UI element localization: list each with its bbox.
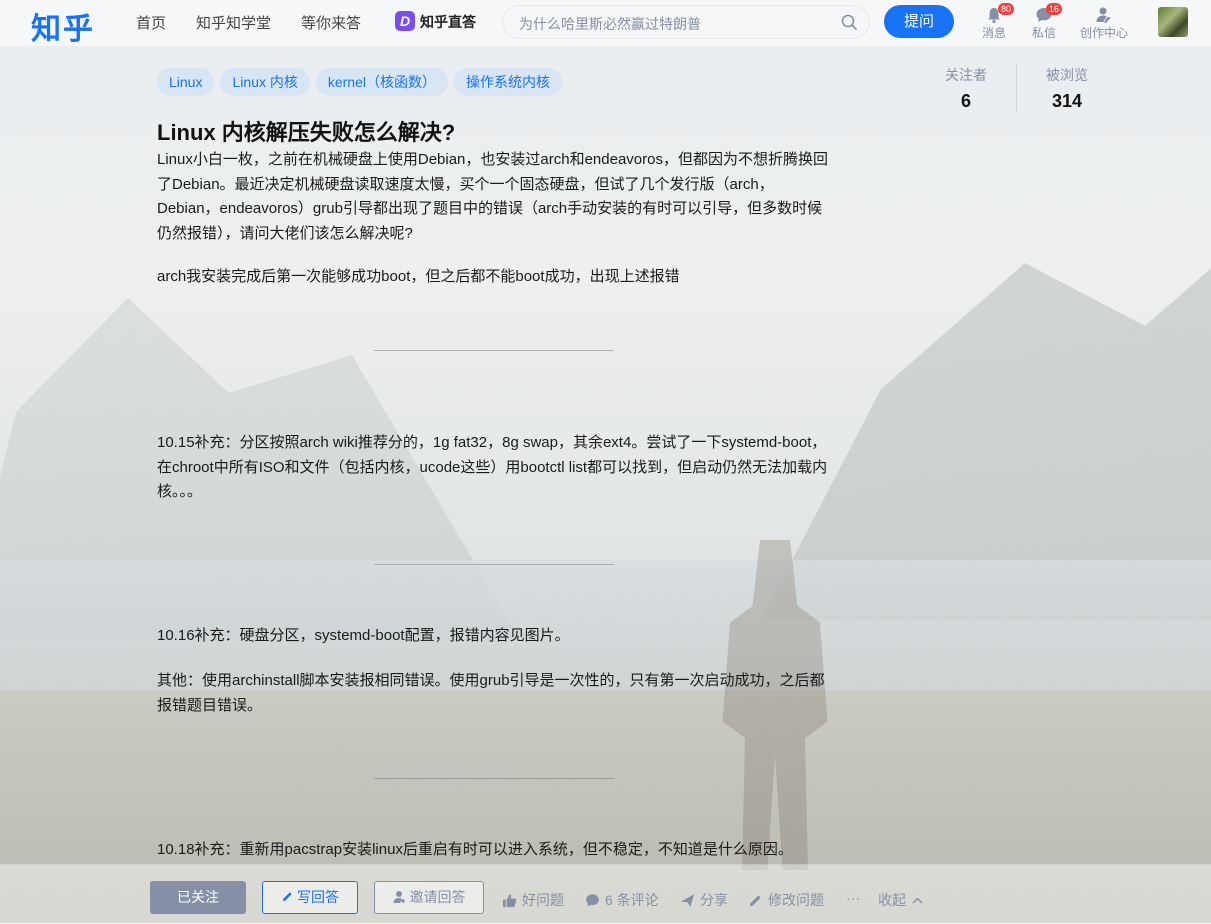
followers-stat[interactable]: 关注者 6 <box>916 65 1016 112</box>
nav-home[interactable]: 首页 <box>136 12 166 33</box>
messages-button[interactable]: 16 私信 <box>1032 3 1063 41</box>
topic-tag-os-kernel[interactable]: 操作系统内核 <box>453 68 562 96</box>
invite-answer-button[interactable]: 邀请回答 <box>374 881 484 914</box>
question-paragraph: Linux小白一枚，之前在机械硬盘上使用Debian，也安装过arch和ende… <box>157 151 828 242</box>
comments-label: 6 条评论 <box>605 892 659 908</box>
question-paragraph: 10.15补充：分区按照arch wiki推荐分的，1g fat32，8g sw… <box>157 434 828 500</box>
followers-count: 6 <box>960 91 971 111</box>
content-divider <box>374 564 614 565</box>
chevron-up-icon <box>912 897 923 903</box>
search-placeholder: 为什么哈里斯必然赢过特朗普 <box>519 16 701 32</box>
question-paragraph: 其他：使用archinstall脚本安装报相同错误。使用grub引导是一次性的，… <box>157 672 825 714</box>
zhihu-logo[interactable]: 知乎 <box>31 4 95 48</box>
search-input[interactable]: 为什么哈里斯必然赢过特朗普 <box>502 5 870 39</box>
views-stat: 被浏览 314 <box>1017 65 1117 112</box>
notifications-badge: 80 <box>998 3 1015 15</box>
views-label: 被浏览 <box>1046 67 1088 83</box>
content-divider <box>374 350 614 351</box>
top-navigation-bar: 知乎 首页 知乎知学堂 等你来答 D 知乎直答 为什么哈里斯必然赢过特朗普 提问… <box>0 0 1211 47</box>
nav-zhida[interactable]: 知乎直答 <box>420 12 476 32</box>
zhida-logo-icon[interactable]: D <box>395 11 415 31</box>
views-count: 314 <box>1051 91 1083 111</box>
messages-label: 私信 <box>1032 26 1057 40</box>
user-avatar[interactable] <box>1158 7 1188 37</box>
collapse-button[interactable]: 收起 <box>878 890 924 910</box>
edit-question-label: 修改问题 <box>768 892 824 908</box>
question-paragraph: 10.16补充：硬盘分区，systemd-boot配置，报错内容见图片。 <box>157 627 570 644</box>
edit-pencil-icon <box>749 894 761 906</box>
thumbs-up-icon <box>502 893 517 907</box>
share-label: 分享 <box>700 892 728 908</box>
edit-question-button[interactable]: 修改问题 <box>748 890 824 910</box>
share-icon <box>680 893 695 907</box>
comments-button[interactable]: 6 条评论 <box>585 890 659 910</box>
notifications-label: 消息 <box>982 26 1007 40</box>
write-answer-button[interactable]: 写回答 <box>262 881 358 914</box>
content-divider <box>374 778 614 779</box>
notifications-button[interactable]: 80 消息 <box>982 3 1015 41</box>
topic-tag-linux-kernel[interactable]: Linux 内核 <box>220 68 310 96</box>
question-paragraph: arch我安装完成后第一次能够成功boot，但之后都不能boot成功，出现上述报… <box>157 268 680 285</box>
creator-center-label: 创作中心 <box>1080 26 1129 40</box>
nav-zhixuetang[interactable]: 知乎知学堂 <box>196 12 271 33</box>
background-mountain-right <box>761 242 1211 620</box>
creator-center-button[interactable]: 创作中心 <box>1080 6 1128 41</box>
ask-question-button[interactable]: 提问 <box>884 5 954 38</box>
search-icon[interactable] <box>841 14 857 30</box>
nav-waiting-answers[interactable]: 等你来答 <box>301 12 361 33</box>
pencil-icon <box>282 892 292 902</box>
collapse-label: 收起 <box>878 892 906 908</box>
question-action-bar: 已关注 写回答 邀请回答 好问题 6 条评论 分享 修改问题 ··· 收起 <box>0 864 1211 924</box>
invite-answer-label: 邀请回答 <box>409 889 466 905</box>
question-title: Linux 内核解压失败怎么解决? <box>157 120 456 145</box>
good-question-button[interactable]: 好问题 <box>502 890 564 910</box>
share-button[interactable]: 分享 <box>680 890 728 910</box>
more-options-button[interactable]: ··· <box>846 890 860 906</box>
comment-icon <box>586 893 599 907</box>
write-answer-label: 写回答 <box>297 889 339 905</box>
topic-tag-linux[interactable]: Linux <box>157 68 215 96</box>
topic-tags: Linux Linux 内核 kernel（核函数） 操作系统内核 <box>157 68 562 96</box>
followers-label: 关注者 <box>945 67 987 83</box>
good-question-label: 好问题 <box>522 892 564 908</box>
question-paragraph: 10.18补充：重新用pacstrap安装linux后重启有时可以进入系统，但不… <box>157 841 793 858</box>
messages-badge: 16 <box>1046 3 1063 15</box>
followed-button[interactable]: 已关注 <box>150 881 246 914</box>
topic-tag-kernel-function[interactable]: kernel（核函数） <box>315 68 448 96</box>
creator-icon <box>1096 7 1111 23</box>
invite-user-icon <box>393 891 405 903</box>
